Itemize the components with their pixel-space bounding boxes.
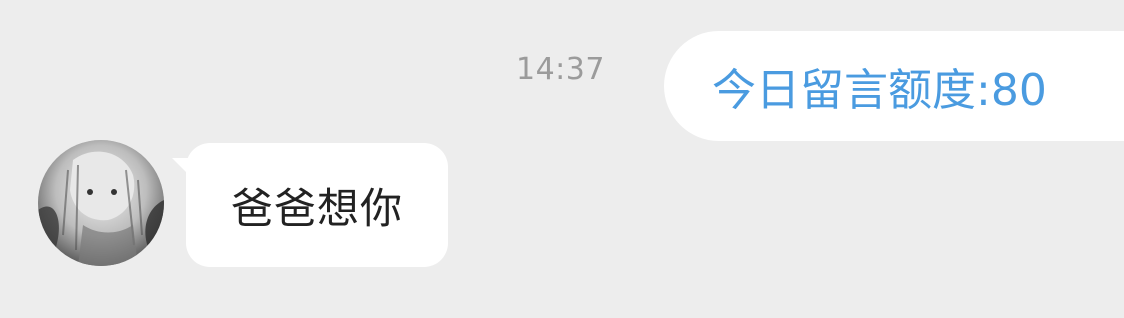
avatar-photo: [38, 140, 164, 266]
incoming-message-text: 爸爸想你: [230, 183, 403, 233]
contact-avatar[interactable]: [38, 140, 164, 266]
outgoing-message-bubble[interactable]: 今日留言额度:80: [664, 31, 1124, 141]
message-timestamp: 14:37: [516, 52, 605, 87]
outgoing-message-text: 今日留言额度:80: [712, 65, 1047, 116]
incoming-message-bubble[interactable]: 爸爸想你: [186, 143, 448, 267]
